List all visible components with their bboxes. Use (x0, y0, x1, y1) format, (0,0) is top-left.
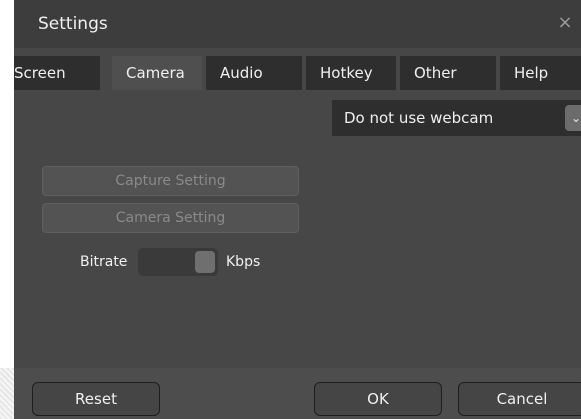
chevron-down-icon[interactable]: ⌄ (565, 105, 581, 131)
title-bar[interactable]: Settings × (14, 0, 581, 48)
camera-setting-button[interactable]: Camera Setting (42, 203, 299, 233)
tab-hotkey[interactable]: Hotkey (306, 56, 396, 90)
toggle-knob[interactable] (195, 251, 215, 273)
tab-help[interactable]: Help (500, 56, 581, 90)
ok-button[interactable]: OK (314, 382, 442, 416)
bitrate-label: Bitrate (80, 254, 128, 270)
tab-camera[interactable]: Camera (112, 56, 202, 90)
bitrate-toggle[interactable] (138, 248, 218, 276)
tab-audio[interactable]: Audio (206, 56, 302, 90)
tab-screen[interactable]: Screen (14, 56, 100, 90)
webcam-select[interactable]: Do not use webcam ⌄ (332, 100, 581, 136)
button-bar: Reset OK Cancel (14, 368, 581, 419)
tab-other[interactable]: Other (400, 56, 496, 90)
bitrate-unit-label: Kbps (226, 254, 261, 270)
reset-button[interactable]: Reset (32, 382, 160, 416)
settings-dialog: Settings × Screen Camera Audio Hotkey Ot… (14, 0, 581, 419)
capture-setting-button[interactable]: Capture Setting (42, 166, 299, 196)
desktop-background (0, 368, 14, 419)
close-icon[interactable]: × (555, 13, 575, 33)
cancel-button[interactable]: Cancel (458, 382, 581, 416)
window-title: Settings (38, 14, 108, 34)
webcam-select-value: Do not use webcam (344, 109, 494, 127)
